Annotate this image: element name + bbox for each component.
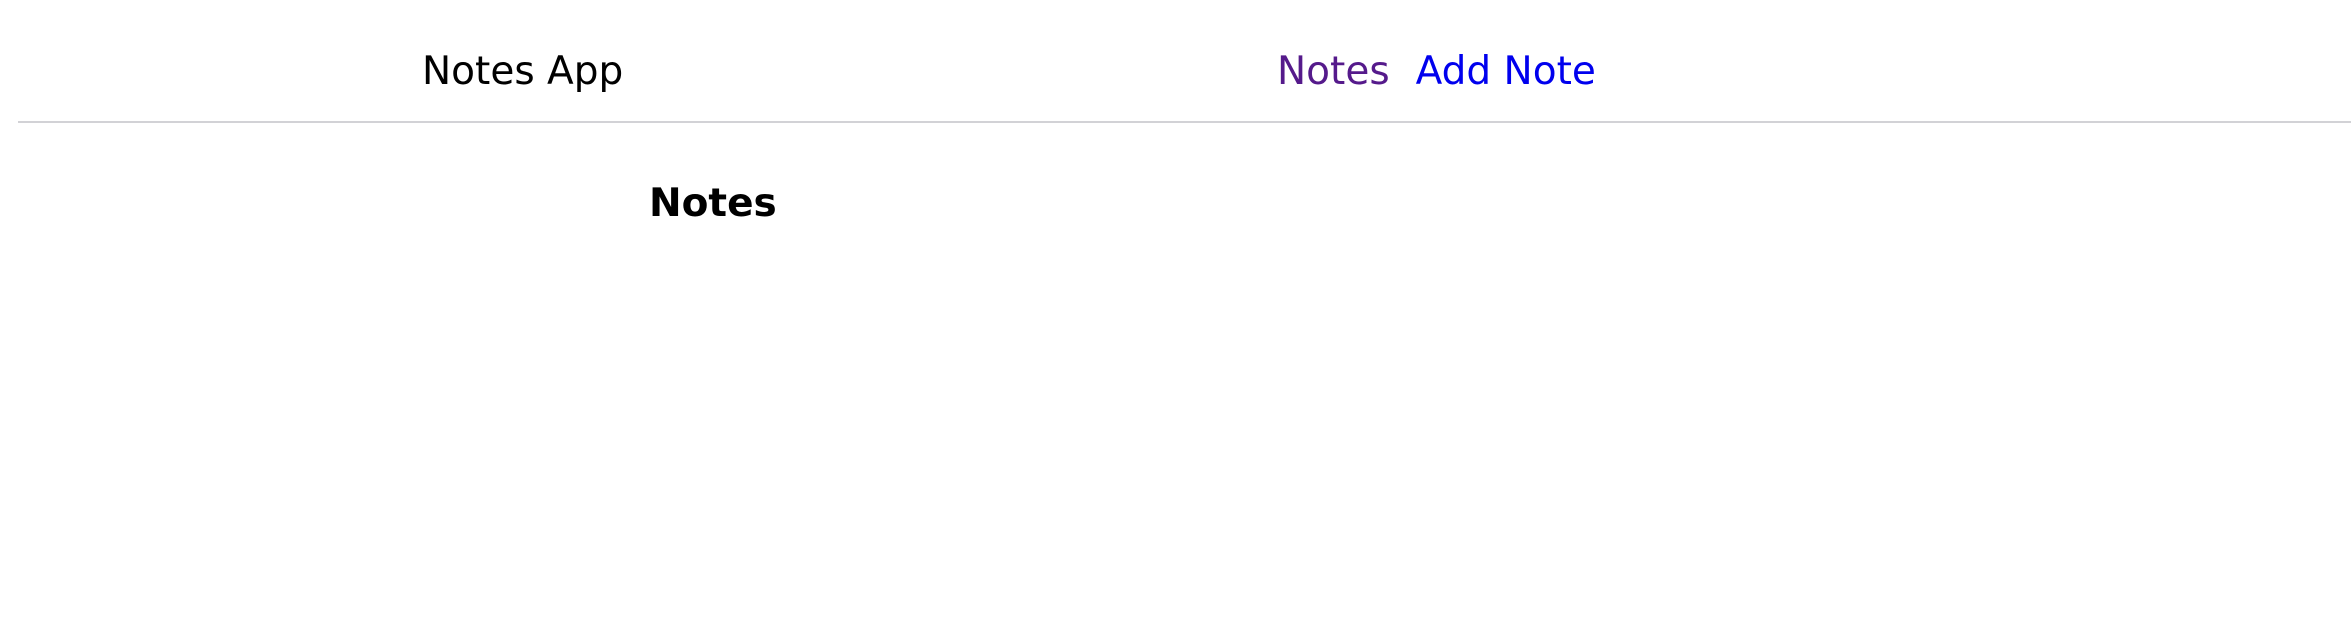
nav-link-notes[interactable]: Notes: [1277, 48, 1390, 96]
brand-title[interactable]: Notes App: [422, 48, 623, 96]
nav-links: Notes Add Note: [1277, 48, 1596, 96]
top-navbar: Notes App Notes Add Note: [18, 0, 2351, 123]
nav-link-add-note[interactable]: Add Note: [1416, 48, 1596, 96]
page-title: Notes: [649, 181, 777, 226]
